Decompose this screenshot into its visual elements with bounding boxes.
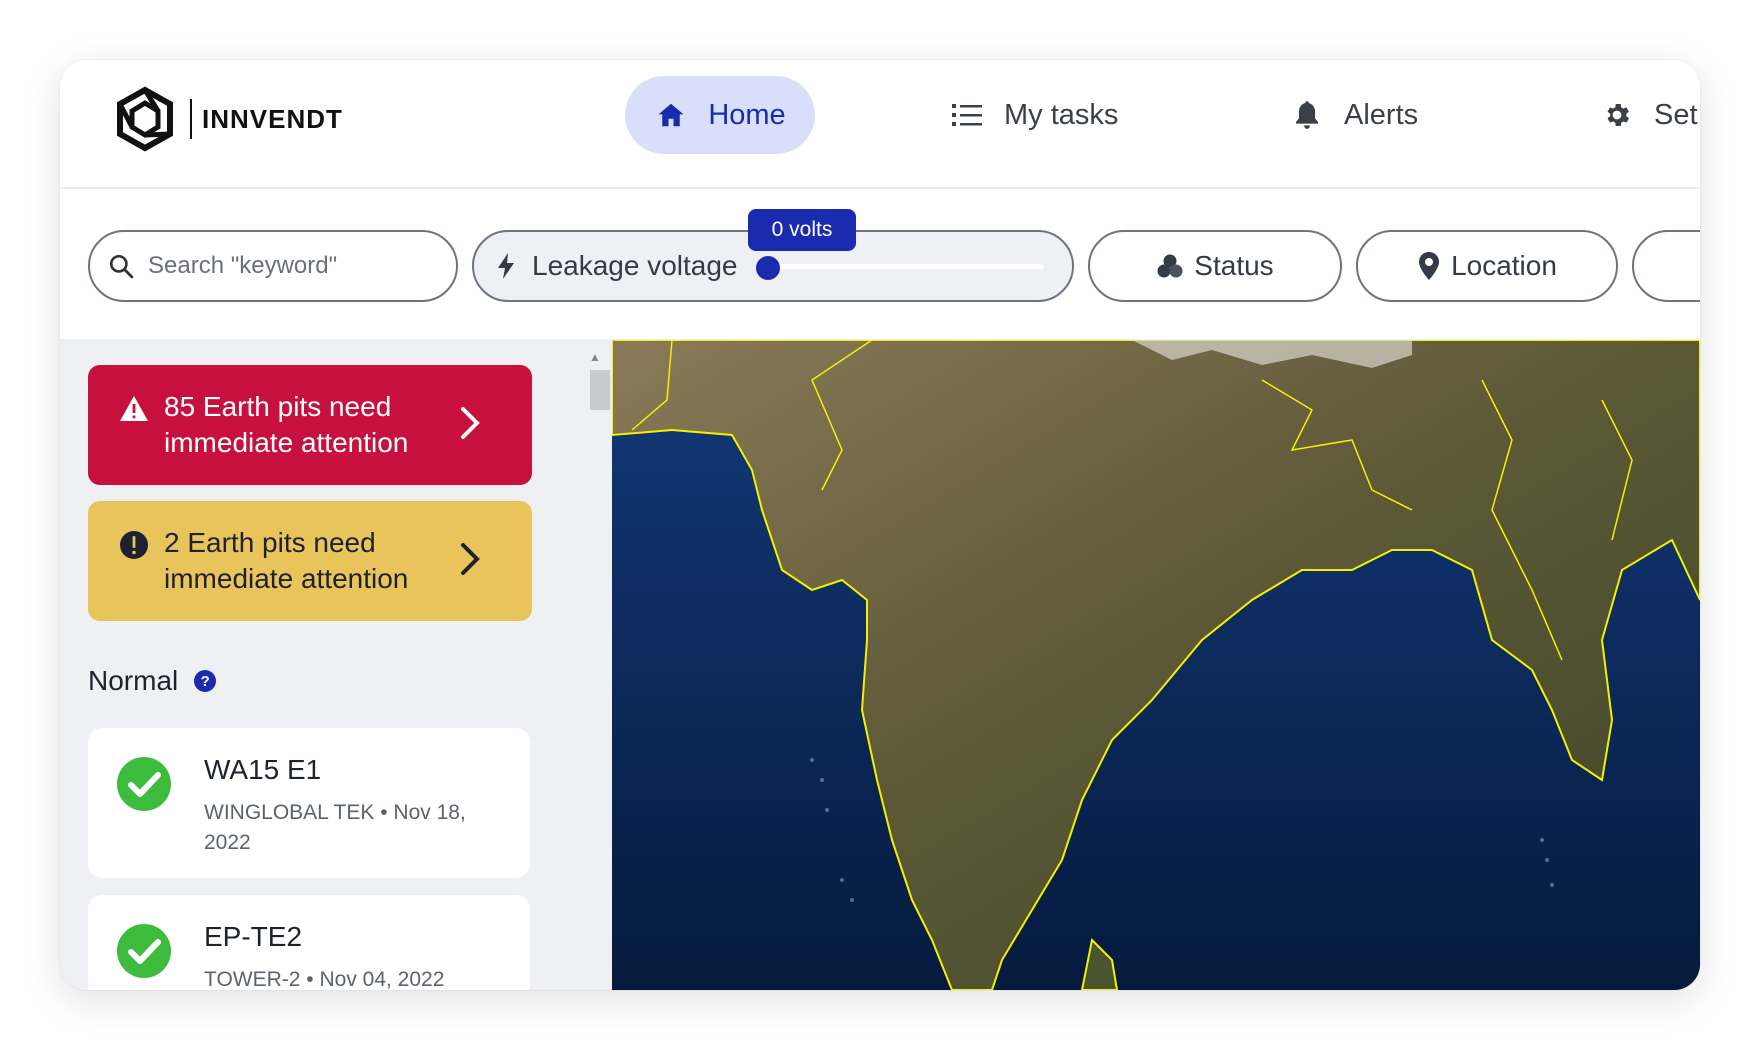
location-filter-label: Location bbox=[1451, 250, 1557, 281]
app-window: INNVENDT Home My tasks Alerts Set Search… bbox=[60, 60, 1700, 990]
gear-icon bbox=[1600, 98, 1634, 132]
scroll-up-arrow-icon[interactable]: ▲ bbox=[589, 350, 601, 364]
nav-alerts[interactable]: Alerts bbox=[1290, 76, 1418, 154]
warning-triangle-icon bbox=[120, 396, 148, 421]
top-header: INNVENDT Home My tasks Alerts Set bbox=[60, 60, 1700, 188]
home-icon bbox=[654, 98, 688, 132]
nav-settings[interactable]: Set bbox=[1600, 76, 1698, 154]
warning-alert-text: 2 Earth pits need immediate attention bbox=[164, 527, 409, 594]
earth-pit-meta: WINGLOBAL TEK • Nov 18, 2022 bbox=[204, 801, 466, 854]
search-icon bbox=[109, 254, 134, 279]
nav-my-tasks-label: My tasks bbox=[1004, 98, 1119, 131]
scroll-thumb[interactable] bbox=[590, 370, 610, 410]
more-filter[interactable] bbox=[1632, 230, 1700, 302]
status-cluster-icon bbox=[1157, 254, 1183, 278]
earth-pit-name: EP-TE2 bbox=[204, 921, 303, 952]
voltage-slider-handle[interactable] bbox=[756, 256, 780, 280]
location-filter[interactable]: Location bbox=[1356, 230, 1618, 302]
logo-divider bbox=[190, 99, 192, 139]
chevron-right-icon bbox=[461, 407, 480, 439]
critical-alert-text: 85 Earth pits need immediate attention bbox=[164, 391, 409, 458]
normal-section-label: Normal bbox=[88, 665, 179, 696]
search-box[interactable] bbox=[88, 230, 458, 302]
earth-pit-name: WA15 E1 bbox=[204, 754, 322, 785]
lightning-icon bbox=[498, 253, 514, 279]
voltage-slider-track[interactable] bbox=[764, 264, 1044, 269]
check-circle-icon bbox=[117, 757, 171, 811]
satellite-map[interactable] bbox=[612, 340, 1700, 990]
exclamation-circle-icon bbox=[120, 531, 148, 559]
status-filter[interactable]: Status bbox=[1088, 230, 1342, 302]
warning-alert-card[interactable]: 2 Earth pits need immediate attention bbox=[88, 501, 532, 621]
leakage-voltage-label: Leakage voltage bbox=[532, 250, 738, 281]
search-input[interactable] bbox=[148, 252, 438, 280]
bell-icon bbox=[1290, 98, 1324, 132]
map-canvas[interactable] bbox=[612, 340, 1700, 990]
nav-settings-label: Set bbox=[1654, 98, 1698, 131]
normal-section-title: Normal ? bbox=[88, 665, 217, 697]
check-circle-icon bbox=[117, 924, 171, 978]
chevron-right-icon bbox=[461, 543, 480, 575]
earth-pit-card[interactable]: EP-TE2 TOWER-2 • Nov 04, 2022 bbox=[88, 895, 530, 990]
location-pin-icon bbox=[1419, 252, 1440, 280]
critical-alert-card[interactable]: 85 Earth pits need immediate attention bbox=[88, 365, 532, 485]
status-filter-label: Status bbox=[1194, 250, 1274, 281]
nav-home[interactable]: Home bbox=[625, 76, 815, 154]
voltage-value-tooltip: 0 volts bbox=[748, 209, 856, 251]
brand-name: INNVENDT bbox=[202, 103, 343, 134]
earth-pit-card[interactable]: WA15 E1 WINGLOBAL TEK • Nov 18, 2022 bbox=[88, 728, 530, 878]
scrollbar[interactable]: ▲ bbox=[587, 350, 610, 990]
help-icon[interactable]: ? bbox=[194, 670, 217, 692]
list-icon bbox=[950, 98, 984, 132]
brand-logo[interactable]: INNVENDT bbox=[112, 86, 343, 152]
nav-home-label: Home bbox=[708, 98, 786, 131]
nav-alerts-label: Alerts bbox=[1344, 98, 1419, 131]
earth-pit-meta: TOWER-2 • Nov 04, 2022 bbox=[204, 968, 445, 990]
nav-my-tasks[interactable]: My tasks bbox=[950, 76, 1118, 154]
hexagon-shutter-icon bbox=[117, 86, 173, 152]
